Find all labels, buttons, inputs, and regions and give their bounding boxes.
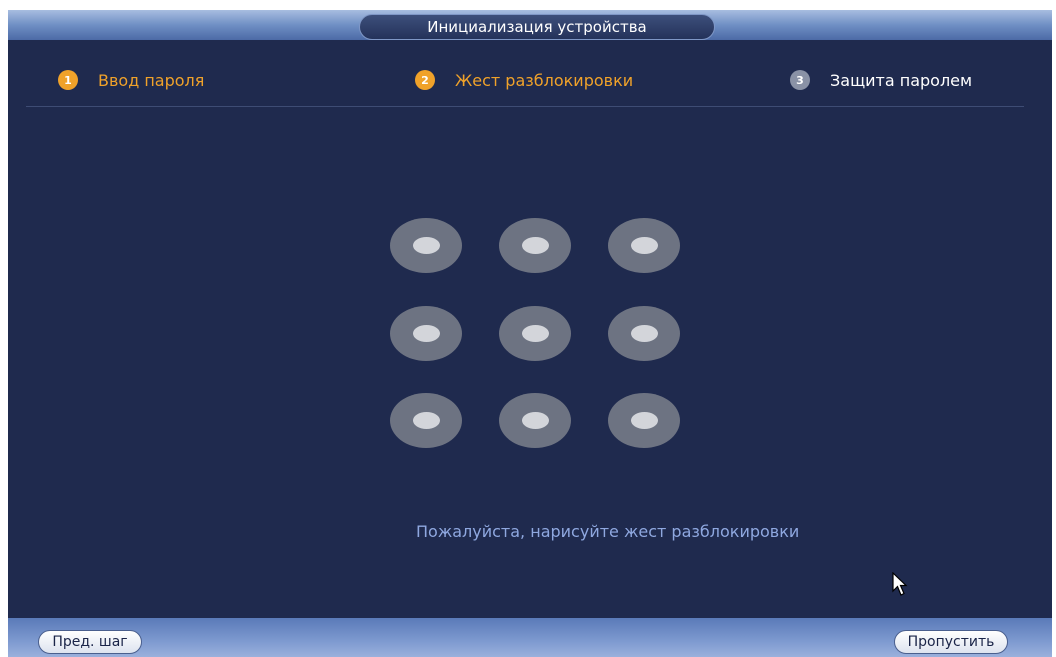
pattern-dot-3[interactable] xyxy=(608,218,680,273)
step-3-number: 3 xyxy=(790,70,810,90)
pattern-dot-7[interactable] xyxy=(390,393,462,448)
step-2-number: 2 xyxy=(415,70,435,90)
pattern-dot-2[interactable] xyxy=(499,218,571,273)
step-1: 1 Ввод пароля xyxy=(58,70,204,90)
bottom-bar: Пред. шаг Пропустить xyxy=(8,618,1052,657)
pattern-dot-center xyxy=(521,325,549,342)
step-3-label: Защита паролем xyxy=(830,70,973,90)
skip-button[interactable]: Пропустить xyxy=(894,630,1008,654)
steps-divider xyxy=(26,106,1024,107)
step-2-label: Жест разблокировки xyxy=(455,70,634,90)
device-init-window: Инициализация устройства 1 Ввод пароля 2… xyxy=(8,10,1052,657)
step-3: 3 Защита паролем xyxy=(790,70,972,90)
pattern-dot-1[interactable] xyxy=(390,218,462,273)
window-title: Инициализация устройства xyxy=(359,14,715,40)
pattern-dot-4[interactable] xyxy=(390,306,462,361)
step-1-number: 1 xyxy=(58,70,78,90)
pattern-dot-center xyxy=(630,237,658,254)
pattern-dot-6[interactable] xyxy=(608,306,680,361)
pattern-dot-center xyxy=(521,237,549,254)
title-bar: Инициализация устройства xyxy=(8,10,1052,40)
pattern-dot-8[interactable] xyxy=(499,393,571,448)
pattern-dot-center xyxy=(521,412,549,429)
step-2: 2 Жест разблокировки xyxy=(415,70,633,90)
pattern-dot-center xyxy=(412,412,440,429)
pattern-dot-center xyxy=(630,412,658,429)
pattern-dot-center xyxy=(412,237,440,254)
step-1-label: Ввод пароля xyxy=(98,70,205,90)
mouse-cursor-icon xyxy=(892,572,908,596)
pattern-hint-text: Пожалуйста, нарисуйте жест разблокировки xyxy=(416,522,800,541)
pattern-dot-center xyxy=(630,325,658,342)
pattern-dot-9[interactable] xyxy=(608,393,680,448)
wizard-steps: 1 Ввод пароля 2 Жест разблокировки 3 Защ… xyxy=(8,40,1052,110)
pattern-dot-5[interactable] xyxy=(499,306,571,361)
prev-step-button[interactable]: Пред. шаг xyxy=(38,630,142,654)
pattern-dot-center xyxy=(412,325,440,342)
unlock-pattern-grid[interactable] xyxy=(390,218,682,448)
